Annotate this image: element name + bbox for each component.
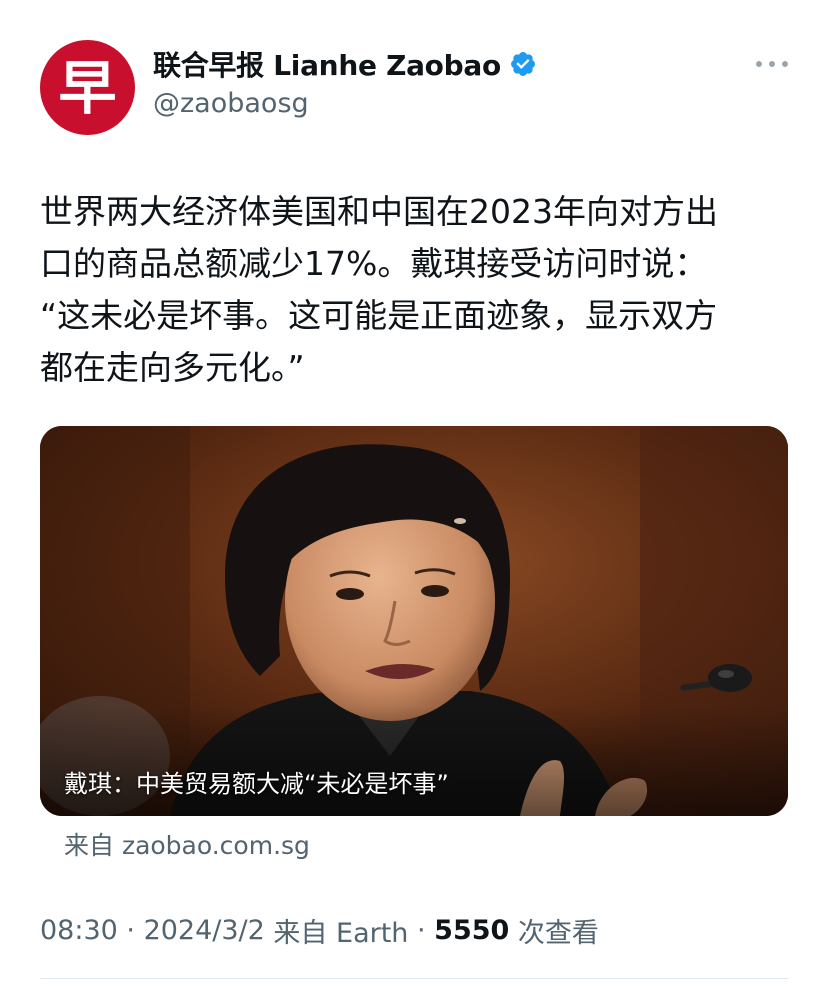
photo-illustration xyxy=(40,426,788,816)
link-card-image[interactable]: 戴琪：中美贸易额大减“未必是坏事” xyxy=(40,426,788,816)
avatar[interactable]: 早 xyxy=(40,40,135,135)
tweet-time[interactable]: 08:30 xyxy=(40,915,118,946)
account-handle[interactable]: @zaobaosg xyxy=(153,88,309,119)
tweet-source: 来自 Earth xyxy=(273,918,409,949)
display-name[interactable]: 联合早报 Lianhe Zaobao xyxy=(153,44,501,84)
meta-space xyxy=(265,915,274,946)
divider xyxy=(40,978,788,979)
views-count: 5550 xyxy=(434,915,510,946)
more-dot xyxy=(769,61,775,67)
more-dot xyxy=(782,61,788,67)
link-source[interactable]: 来自 zaobao.com.sg xyxy=(64,826,310,862)
views-label: 次查看 xyxy=(517,918,599,949)
verified-badge-icon[interactable] xyxy=(509,50,537,78)
tweet-text: 世界两大经济体美国和中国在2023年向对方出 口的商品总额减少17%。戴琪接受访… xyxy=(40,192,718,387)
media-caption: 戴琪：中美贸易额大减“未必是坏事” xyxy=(64,770,449,798)
meta-separator: · xyxy=(408,915,435,946)
tweet-date[interactable]: 2024/3/2 xyxy=(144,915,265,946)
more-options-icon[interactable] xyxy=(756,52,788,76)
avatar-logo-glyph: 早 xyxy=(58,53,117,122)
more-dot xyxy=(756,61,762,67)
meta-separator: · xyxy=(117,915,144,946)
meta-space xyxy=(509,915,518,946)
account-name-row: 联合早报 Lianhe Zaobao xyxy=(153,44,537,84)
tweet-meta: 08:30 · 2024/3/2 来自 Earth · 5550 次查看 xyxy=(40,911,599,950)
